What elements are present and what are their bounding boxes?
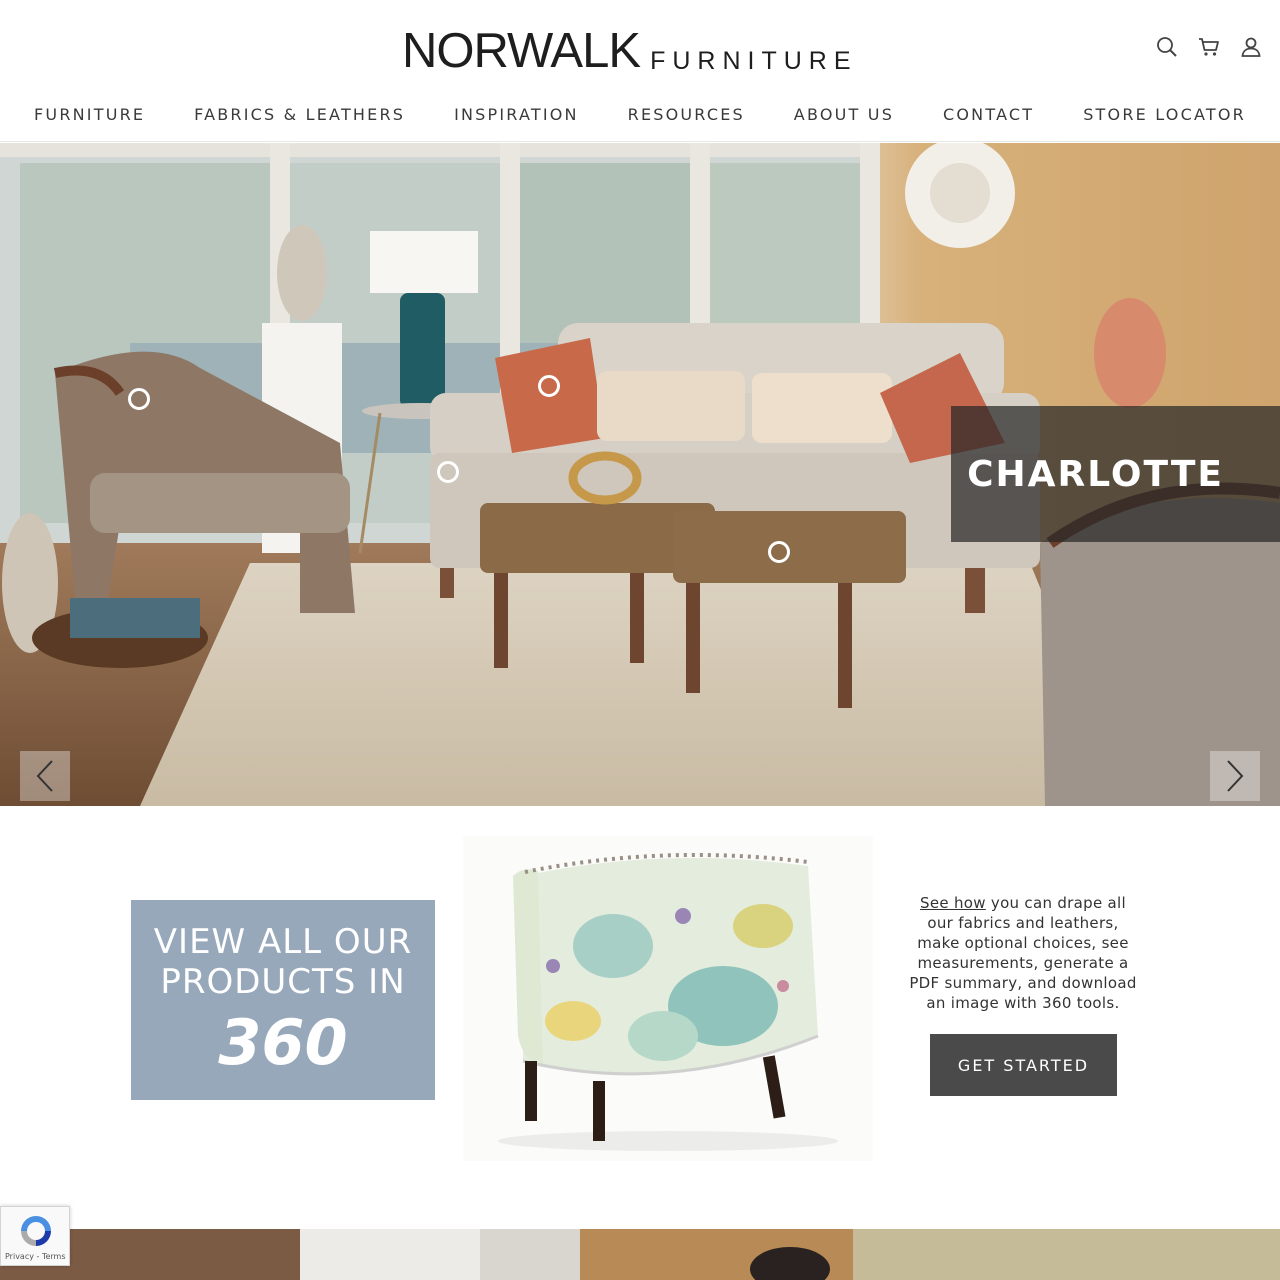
nav-item-fabrics-leathers[interactable]: FABRICS & LEATHERS — [194, 102, 405, 130]
promo-description: See how you can drape all our fabrics an… — [905, 893, 1141, 1013]
nav-item-inspiration[interactable]: INSPIRATION — [454, 102, 579, 130]
recaptcha-separator: - — [33, 1252, 42, 1261]
site-logo[interactable]: NORWALK FURNITURE — [402, 24, 858, 78]
slider-prev-button[interactable] — [20, 751, 70, 801]
recaptcha-links: Privacy - Terms — [5, 1252, 66, 1261]
next-section-images — [0, 1229, 1280, 1280]
nav-item-contact[interactable]: CONTACT — [943, 102, 1034, 130]
view-360-banner[interactable]: VIEW ALL OUR PRODUCTS IN 360 — [131, 900, 435, 1100]
nav-item-store-locator[interactable]: STORE LOCATOR — [1083, 102, 1246, 130]
nav-item-furniture[interactable]: FURNITURE — [34, 102, 145, 130]
logo-subtitle: FURNITURE — [650, 47, 858, 75]
chevron-left-icon — [36, 760, 53, 792]
header-icons — [1156, 36, 1262, 58]
recaptcha-privacy-link[interactable]: Privacy — [5, 1252, 34, 1261]
recaptcha-icon — [21, 1216, 51, 1246]
promo-line-1: VIEW ALL OUR — [153, 922, 413, 962]
chevron-right-icon — [1227, 760, 1244, 792]
search-icon[interactable] — [1156, 36, 1178, 58]
promo-360-number: 360 — [218, 1006, 348, 1079]
site-header: NORWALK FURNITURE FURNITURE FABRICS & LE… — [0, 0, 1280, 142]
hotspot-pillow[interactable] — [538, 375, 560, 397]
nav-item-about-us[interactable]: ABOUT US — [794, 102, 894, 130]
logo-wordmark: NORWALK — [402, 24, 641, 78]
hero-slider: CHARLOTTE — [0, 143, 1280, 806]
slider-next-button[interactable] — [1210, 751, 1260, 801]
hotspot-ottoman[interactable] — [768, 541, 790, 563]
hotspot-table[interactable] — [437, 461, 459, 483]
swivel-chair-image[interactable] — [463, 836, 873, 1161]
recaptcha-terms-link[interactable]: Terms — [42, 1252, 66, 1261]
hero-caption[interactable]: CHARLOTTE — [951, 406, 1280, 542]
get-started-button[interactable]: GET STARTED — [930, 1034, 1117, 1096]
main-nav: FURNITURE FABRICS & LEATHERS INSPIRATION… — [0, 102, 1280, 130]
recaptcha-badge[interactable]: Privacy - Terms — [0, 1206, 70, 1266]
hotspot-chair[interactable] — [128, 388, 150, 410]
cart-icon[interactable] — [1198, 36, 1220, 58]
see-how-link[interactable]: See how — [920, 894, 986, 912]
account-icon[interactable] — [1240, 36, 1262, 58]
hero-caption-title: CHARLOTTE — [967, 453, 1224, 495]
nav-item-resources[interactable]: RESOURCES — [628, 102, 745, 130]
promo-line-2: PRODUCTS IN — [160, 962, 406, 1002]
